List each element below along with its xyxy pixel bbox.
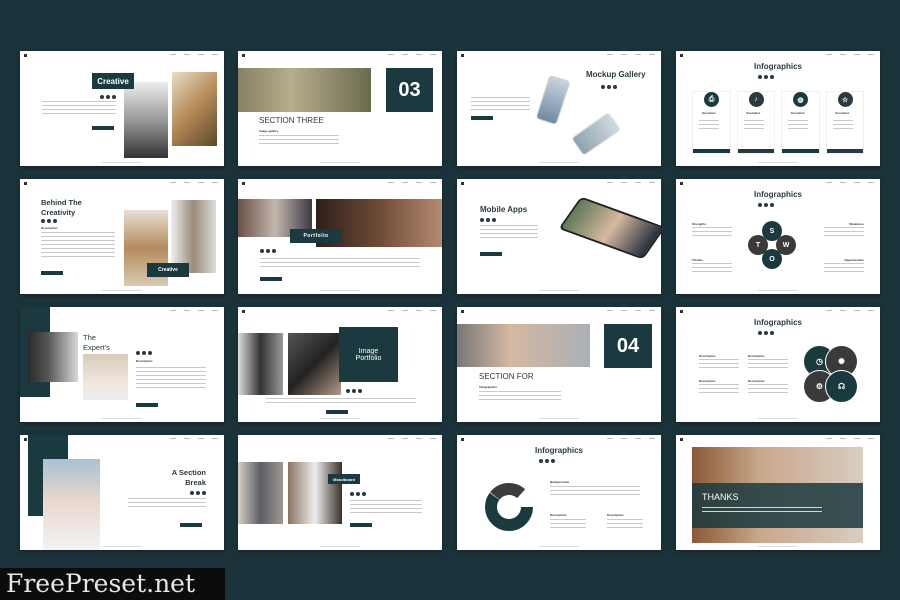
cards: ⎙ Description ♪ Description ◍ Description ☆… — [692, 91, 864, 154]
image-portfolio-label: Image Portfolio — [339, 327, 398, 382]
slide-section-break[interactable]: A Section Break — [20, 435, 224, 550]
watermark: FreePreset.net — [0, 568, 225, 600]
slide-title: Infographics — [753, 190, 802, 199]
slide-swot[interactable]: Infographics Strengths Weakness Threats … — [676, 179, 880, 294]
slide-the-experts[interactable]: The Expert's Description — [20, 307, 224, 422]
read-more-button[interactable] — [480, 252, 502, 256]
slide-title: Mobile Apps — [480, 205, 528, 214]
creative-label: Creative — [147, 263, 189, 277]
photo — [124, 82, 168, 158]
creative-label: Creative — [92, 73, 134, 89]
read-more-button[interactable] — [92, 126, 114, 130]
photo — [288, 462, 342, 524]
photo — [457, 324, 590, 367]
moodboard-label: Moodboard — [328, 474, 360, 484]
read-more-button[interactable] — [260, 277, 282, 281]
body-text — [259, 135, 339, 147]
slide-title: Mockup Gallery — [586, 70, 646, 79]
slide-portfolio[interactable]: Portfolio — [238, 179, 442, 294]
photo — [28, 332, 78, 382]
slide-mockup-gallery[interactable]: Mockup Gallery — [457, 51, 661, 166]
bell-icon: ♪ — [748, 92, 764, 107]
slide-title: Infographics — [753, 62, 802, 71]
slide-moodboard[interactable]: Moodboard — [238, 435, 442, 550]
card: ♪ Description — [736, 91, 775, 154]
slide-infographics-circles[interactable]: Infographics Description Description Des… — [676, 307, 880, 422]
read-more-button[interactable] — [180, 523, 202, 527]
logo — [24, 54, 27, 57]
head-icon: ☊ — [825, 370, 858, 403]
section-title: SECTION FOR — [479, 372, 534, 381]
globe-icon: ◍ — [793, 92, 808, 107]
slide-infographics-donut[interactable]: Infographics Backgrounds Description Des… — [457, 435, 661, 550]
read-more-button[interactable] — [136, 403, 158, 407]
slide-section-four[interactable]: 04 SECTION FOR Infographics — [457, 307, 661, 422]
slide-section-three[interactable]: 03 SECTION THREE Image gallery — [238, 51, 442, 166]
slide-image-portfolio[interactable]: Image Portfolio — [238, 307, 442, 422]
card: ☆ Description — [825, 91, 864, 154]
thanks-title: THANKS — [702, 492, 739, 502]
read-more-button[interactable] — [350, 523, 372, 527]
card: ◍ Description — [781, 91, 820, 154]
photo — [83, 354, 128, 400]
read-more-button[interactable] — [471, 116, 493, 120]
slide-behind-the-creativity[interactable]: Behind The Creativity Description Creati… — [20, 179, 224, 294]
photo — [238, 333, 283, 395]
phone-mockup — [570, 111, 622, 157]
slide-creative[interactable]: Creative — [20, 51, 224, 166]
dots — [100, 95, 116, 99]
subtitle: Image gallery — [259, 129, 279, 133]
phone-mockup — [535, 74, 571, 126]
slide-title: A Section — [171, 468, 206, 477]
photo — [43, 459, 100, 550]
swot-o: O — [762, 249, 782, 269]
section-number: 03 — [386, 68, 433, 112]
section-number: 04 — [604, 324, 652, 368]
slide-thanks[interactable]: THANKS — [676, 435, 880, 550]
photo — [172, 72, 217, 146]
photo — [288, 333, 341, 395]
star-icon: ☆ — [837, 92, 853, 107]
card: ⎙ Description — [692, 91, 731, 154]
photo — [238, 68, 371, 112]
donut-chart — [485, 483, 533, 531]
read-more-button[interactable] — [326, 410, 348, 414]
section-title: SECTION THREE — [259, 116, 324, 125]
read-more-button[interactable] — [41, 271, 63, 275]
portfolio-label: Portfolio — [290, 229, 342, 243]
nav — [170, 54, 218, 55]
body-text — [42, 101, 116, 117]
slide-infographics-cards[interactable]: Infographics ⎙ Description ♪ Description ◍… — [676, 51, 880, 166]
slide-mobile-apps[interactable]: Mobile Apps — [457, 179, 661, 294]
photo — [238, 462, 283, 524]
printer-icon: ⎙ — [704, 92, 719, 107]
slide-title: The — [83, 333, 96, 342]
slide-title: Infographics — [534, 446, 583, 455]
tablet-mockup — [558, 196, 661, 260]
slide-title: Infographics — [753, 318, 802, 327]
slide-title: Behind The — [41, 198, 82, 207]
